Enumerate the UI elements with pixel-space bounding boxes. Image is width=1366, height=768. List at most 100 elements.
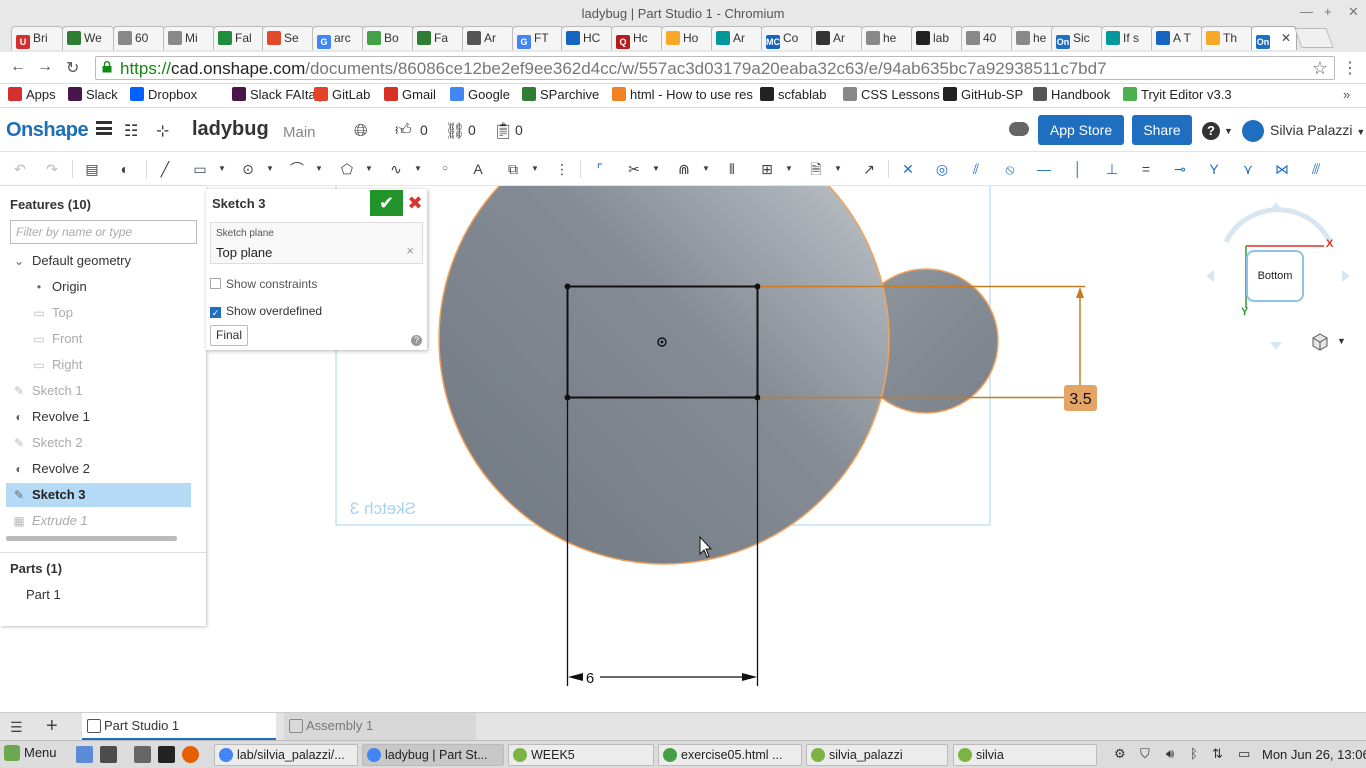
feature-tree-item[interactable]: ◐ Revolve 2 bbox=[6, 457, 191, 481]
concentric-icon[interactable]: ◎ bbox=[932, 159, 952, 179]
bookmark-item[interactable]: Slack FAItaly bbox=[232, 87, 325, 102]
copy-icon[interactable]: 📋︎ bbox=[493, 121, 513, 141]
taskbar-window-button[interactable]: ladybug | Part St... bbox=[362, 744, 504, 766]
public-globe-icon[interactable]: 🌐︎ bbox=[354, 121, 368, 141]
show-constraints-checkbox[interactable] bbox=[210, 278, 221, 289]
bookmark-item[interactable]: html - How to use res bbox=[612, 87, 753, 102]
dropdown-caret-icon[interactable]: ▼ bbox=[309, 159, 329, 179]
shield-icon[interactable]: ⛉ bbox=[1140, 746, 1150, 762]
maximize-icon[interactable]: + bbox=[1324, 4, 1332, 19]
browser-tab[interactable]: he bbox=[861, 26, 913, 50]
bookmark-item[interactable]: Slack bbox=[68, 87, 118, 102]
more-bookmarks-icon[interactable]: » bbox=[1343, 87, 1350, 102]
browser-tab[interactable]: Se bbox=[262, 26, 314, 50]
sketch-point[interactable] bbox=[754, 283, 761, 290]
normal-icon[interactable]: Y bbox=[1204, 159, 1224, 179]
app-store-button[interactable]: App Store bbox=[1038, 115, 1124, 145]
show-overdefined-toggle[interactable]: ✓ Show overdefined bbox=[210, 304, 322, 318]
dropdown-caret-icon[interactable]: ▼ bbox=[646, 159, 666, 179]
bookmark-item[interactable]: scfablab bbox=[760, 87, 826, 102]
browser-tab[interactable]: U Bri bbox=[11, 26, 63, 50]
onshape-logo[interactable]: Onshape bbox=[6, 119, 89, 142]
rectangle-tool-icon[interactable]: ▭ bbox=[190, 159, 210, 179]
browser-tab[interactable]: If s bbox=[1101, 26, 1153, 50]
browser-tab[interactable]: Ar bbox=[811, 26, 863, 50]
browser-tab[interactable]: Garc bbox=[312, 26, 364, 50]
feature-tree-item[interactable]: ✎ Sketch 1 bbox=[6, 379, 191, 403]
minimize-icon[interactable]: — bbox=[1300, 4, 1313, 19]
feature-tree-item[interactable]: • Origin bbox=[6, 275, 191, 299]
midpoint-icon[interactable]: ⊸ bbox=[1170, 159, 1190, 179]
terminal-icon[interactable] bbox=[100, 746, 117, 763]
vertical-icon[interactable]: │ bbox=[1068, 159, 1088, 179]
dropdown-caret-icon[interactable]: ▼ bbox=[828, 159, 848, 179]
render-mode-caret-icon[interactable]: ▼ bbox=[1337, 336, 1346, 346]
forward-icon[interactable]: → bbox=[37, 58, 53, 76]
feature-tree-item[interactable]: ▭ Front bbox=[6, 327, 191, 351]
document-name[interactable]: ladybug bbox=[192, 118, 269, 141]
new-tab-button[interactable] bbox=[1294, 28, 1334, 48]
close-window-icon[interactable]: ✕ bbox=[1348, 4, 1359, 20]
tab-part-studio[interactable]: Part Studio 1 bbox=[82, 713, 276, 740]
show-desktop-icon[interactable] bbox=[76, 746, 93, 763]
bookmark-item[interactable]: Tryit Editor v3.3 bbox=[1123, 87, 1232, 102]
user-name[interactable]: Silvia Palazzi ▼ bbox=[1270, 122, 1365, 138]
browser-tab[interactable]: Ho bbox=[661, 26, 713, 50]
trim-tool-icon[interactable]: ✂ bbox=[624, 159, 644, 179]
dropdown-caret-icon[interactable]: ▼ bbox=[696, 159, 716, 179]
browser-tab[interactable]: lab bbox=[911, 26, 963, 50]
feature-list-tool-icon[interactable]: ▤ bbox=[82, 159, 102, 179]
feature-tree-item[interactable]: ⌄ Default geometry bbox=[6, 249, 191, 273]
browser-tab[interactable]: Fa bbox=[412, 26, 464, 50]
close-tab-icon[interactable]: ✕ bbox=[1281, 31, 1291, 45]
spline-tool-icon[interactable]: ∿ bbox=[386, 159, 406, 179]
view-cube[interactable]: Bottom X Y bbox=[1196, 196, 1360, 366]
help-icon[interactable]: ? bbox=[1202, 122, 1220, 140]
hamburger-menu-icon[interactable] bbox=[96, 121, 112, 135]
browser-tab[interactable]: On ✕ bbox=[1251, 26, 1297, 50]
arc-tool-icon[interactable]: ⌒ bbox=[287, 159, 307, 179]
browser-tab[interactable]: Q Hc bbox=[611, 26, 663, 50]
bookmark-item[interactable]: GitLab bbox=[314, 87, 370, 102]
comments-icon[interactable] bbox=[1009, 122, 1029, 136]
browser-tab[interactable]: A T bbox=[1151, 26, 1203, 50]
view-cube-face[interactable]: Bottom bbox=[1246, 250, 1304, 302]
taskbar-window-button[interactable]: exercise05.html ... bbox=[658, 744, 802, 766]
volume-icon[interactable]: 🔊︎ bbox=[1166, 746, 1174, 762]
offset-curve-tool-icon[interactable]: ⋒ bbox=[674, 159, 694, 179]
perpendicular-icon[interactable]: ⊥ bbox=[1102, 159, 1122, 179]
dimension-tool-icon[interactable]: ↗ bbox=[859, 159, 879, 179]
feature-tree-item[interactable]: ▦ Extrude 1 bbox=[6, 509, 191, 533]
feature-tree-item[interactable]: ✎ Sketch 2 bbox=[6, 431, 191, 455]
add-tab-icon[interactable]: + bbox=[46, 715, 58, 738]
fillet-tool-icon[interactable]: ⌜ bbox=[590, 159, 610, 179]
bookmark-star-icon[interactable]: ☆ bbox=[1312, 58, 1328, 79]
feature-filter-input[interactable] bbox=[10, 220, 197, 244]
console-icon[interactable] bbox=[158, 746, 175, 763]
coincident-icon[interactable]: ✕ bbox=[898, 159, 918, 179]
browser-tab[interactable]: MC Co bbox=[761, 26, 813, 50]
dimension-value-vertical[interactable]: 3.5 bbox=[1069, 391, 1091, 408]
point-tool-icon[interactable]: ○ bbox=[435, 159, 455, 179]
dxf-import-icon[interactable]: 🗎︎ bbox=[806, 159, 826, 179]
workspace-name[interactable]: Main bbox=[283, 124, 316, 141]
browser-tab[interactable]: Bo bbox=[362, 26, 414, 50]
show-constraints-toggle[interactable]: Show constraints bbox=[210, 277, 317, 291]
bookmark-item[interactable]: Gmail bbox=[384, 87, 436, 102]
bookmark-item[interactable]: Google bbox=[450, 87, 510, 102]
fix-icon[interactable]: ⫻ bbox=[1306, 159, 1326, 179]
clear-plane-icon[interactable]: × bbox=[406, 243, 414, 258]
address-bar[interactable]: https://cad.onshape.com/documents/86086c… bbox=[95, 56, 1335, 80]
wifi-icon[interactable]: ⇅ bbox=[1212, 746, 1223, 762]
taskbar-window-button[interactable]: lab/silvia_palazzi/... bbox=[214, 744, 358, 766]
browser-tab[interactable]: We bbox=[62, 26, 114, 50]
bookmark-item[interactable]: CSS Lessons bbox=[843, 87, 940, 102]
feature-tree-item[interactable]: ◐ Revolve 1 bbox=[6, 405, 191, 429]
redo-icon[interactable]: ↷ bbox=[42, 159, 62, 179]
user-avatar[interactable] bbox=[1242, 120, 1264, 142]
browser-tab[interactable]: HC bbox=[561, 26, 613, 50]
browser-tab[interactable]: Th bbox=[1201, 26, 1253, 50]
bookmark-item[interactable]: SParchive bbox=[522, 87, 599, 102]
sketch-point[interactable] bbox=[564, 394, 571, 401]
feature-tree-scrollbar[interactable] bbox=[6, 536, 177, 541]
